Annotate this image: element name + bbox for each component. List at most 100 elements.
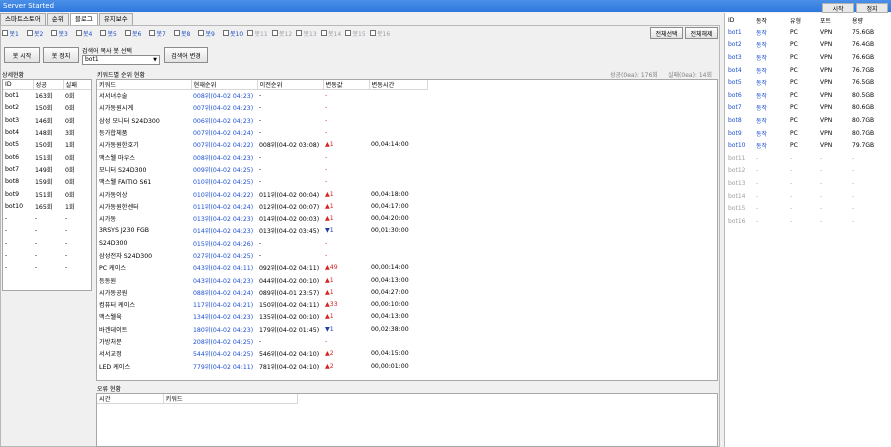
deselect-all-button[interactable]: 전체해제 — [685, 27, 718, 39]
rank-row[interactable]: 바겐데이트 180위(04-02 04:23) 179위(04-02 01:45) ▼… — [97, 323, 427, 335]
rank-row[interactable]: 시가동원한호기 007위(04-02 04:22) 008위(04-02 03:08… — [97, 139, 427, 151]
bot-checkbox-4[interactable]: 봇4 — [75, 28, 101, 38]
tab-rank[interactable]: 순위 — [46, 13, 69, 25]
server-stop-button[interactable]: 정지 — [856, 3, 888, 13]
detail-row[interactable]: bot5 150회 1회 — [3, 139, 91, 151]
rank-row[interactable]: 서서녀수술 008위(04-02 04:23) - - — [97, 90, 427, 102]
rank-row[interactable]: PC 케이스 043위(04-02 04:11) 092위(04-02 04:11)… — [97, 262, 427, 274]
checkbox-box[interactable] — [26, 30, 33, 36]
status-row[interactable]: bot9 동작 PC VPN 80.7GB — [727, 127, 887, 140]
checkbox-box[interactable] — [369, 30, 376, 36]
rank-row[interactable]: 시가동이상 010위(04-02 04:22) 011위(04-02 00:04) ▲… — [97, 188, 427, 200]
tab-smartstore[interactable]: 스마트스토어 — [0, 13, 46, 25]
checkbox-box[interactable] — [247, 30, 253, 36]
rank-row-cell: ▲1 — [325, 202, 334, 210]
checkbox-box[interactable] — [320, 30, 327, 36]
detail-row[interactable]: bot6 151회 0회 — [3, 151, 91, 163]
rank-row-cell: - — [325, 104, 328, 112]
detail-row[interactable]: bot3 146회 0회 — [3, 114, 91, 126]
bot-checkbox-8[interactable]: 봇8 — [173, 28, 199, 38]
status-row[interactable]: bot2 동작 PC VPN 76.4GB — [727, 39, 887, 52]
detail-row[interactable]: --- — [3, 225, 91, 237]
bot-checkbox-5[interactable]: 봇5 — [100, 28, 125, 38]
status-row[interactable]: bot11 - - - - — [727, 152, 887, 165]
rank-row[interactable]: 시가동공원 088위(04-02 04:24) 089위(04-01 23:57) ▲… — [97, 286, 427, 298]
checkbox-box[interactable] — [100, 30, 106, 36]
status-row[interactable]: bot16 - - - - — [727, 215, 887, 228]
rank-row[interactable]: S24D300 015위(04-02 04:26) - - — [97, 237, 427, 249]
status-row[interactable]: bot8 동작 PC VPN 80.7GB — [727, 114, 887, 127]
copy-bot-select[interactable]: bot1 ▼ — [82, 55, 160, 65]
bot-checkbox-11[interactable]: 봇11 — [247, 28, 272, 38]
tab-maintenance[interactable]: 유지보수 — [98, 13, 133, 25]
status-row[interactable]: bot14 - - - - — [727, 190, 887, 203]
detail-row[interactable]: bot10 165회 1회 — [3, 200, 91, 212]
bot-checkbox-2[interactable]: 봇2 — [26, 28, 52, 38]
status-row[interactable]: bot5 동작 PC VPN 76.5GB — [727, 76, 887, 89]
bot-start-button[interactable]: 봇 시작 — [4, 47, 40, 63]
rank-row[interactable]: 맥스웰육 134위(04-02 04:23) 135위(04-02 00:10) ▲1… — [97, 311, 427, 323]
rank-row[interactable]: 시가동 013위(04-02 04:23) 014위(04-02 00:03) ▲1 0… — [97, 212, 427, 224]
status-row[interactable]: bot1 동작 PC VPN 75.6GB — [727, 26, 887, 39]
checkbox-box[interactable] — [198, 30, 204, 36]
detail-row[interactable]: --- — [3, 262, 91, 274]
rank-row[interactable]: 3RSYS J230 FGB 014위(04-02 04:23) 013위(04-0… — [97, 225, 427, 237]
rank-row[interactable]: 서서교정 544위(04-02 04:25) 546위(04-02 04:10) ▲2… — [97, 348, 427, 360]
checkbox-box[interactable] — [124, 30, 131, 36]
status-row[interactable]: bot3 동작 PC VPN 76.6GB — [727, 51, 887, 64]
bot-stop-button[interactable]: 봇 정지 — [43, 47, 79, 63]
rank-row[interactable]: 맥스웰 마우스 008위(04-02 04:23) - - — [97, 151, 427, 163]
checkbox-box[interactable] — [222, 30, 229, 36]
status-row[interactable]: bot6 동작 PC VPN 80.5GB — [727, 89, 887, 102]
rank-row[interactable]: LED 케이스 779위(04-02 04:11) 781위(04-02 04:10… — [97, 360, 427, 372]
bot-checkbox-13[interactable]: 봇13 — [296, 28, 321, 38]
checkbox-box[interactable] — [173, 30, 180, 36]
detail-row[interactable]: bot4 148회 3회 — [3, 126, 91, 138]
bot-checkbox-10[interactable]: 봇10 — [222, 28, 248, 38]
status-row[interactable]: bot7 동작 PC VPN 80.6GB — [727, 102, 887, 115]
detail-row[interactable]: bot8 159회 0회 — [3, 176, 91, 188]
checkbox-box[interactable] — [75, 30, 82, 36]
detail-row[interactable]: bot2 150회 0회 — [3, 102, 91, 114]
detail-row[interactable]: bot9 151회 0회 — [3, 188, 91, 200]
checkbox-box[interactable] — [271, 30, 278, 36]
checkbox-box[interactable] — [296, 30, 302, 36]
bot-checkbox-9[interactable]: 봇9 — [198, 28, 223, 38]
status-row[interactable]: bot10 동작 PC VPN 79.7GB — [727, 139, 887, 152]
rank-row[interactable]: 삼성 모니터 S24D300 006위(04-02 04:23) - - — [97, 114, 427, 126]
status-row[interactable]: bot4 동작 PC VPN 76.7GB — [727, 64, 887, 77]
detail-row[interactable]: --- — [3, 237, 91, 249]
bot-checkbox-16[interactable]: 봇16 — [369, 28, 395, 38]
rank-row[interactable]: 모니터 S24D300 009위(04-02 04:25) - - — [97, 163, 427, 175]
status-row[interactable]: bot15 - - - - — [727, 202, 887, 215]
bot-checkbox-14[interactable]: 봇14 — [320, 28, 346, 38]
rank-row[interactable]: 등가합체품 007위(04-02 04:24) - - — [97, 126, 427, 138]
bot-checkbox-15[interactable]: 봇15 — [345, 28, 370, 38]
bot-checkbox-label: 봇14 — [328, 30, 342, 38]
detail-row[interactable]: --- — [3, 212, 91, 224]
rank-row[interactable]: 등동원 043위(04-02 04:23) 044위(04-02 00:10) ▲1 0… — [97, 274, 427, 286]
checkbox-box[interactable] — [51, 30, 57, 36]
bot-checkbox-7[interactable]: 봇7 — [149, 28, 174, 38]
bot-checkbox-6[interactable]: 봇6 — [124, 28, 150, 38]
bot-checkbox-3[interactable]: 봇3 — [51, 28, 76, 38]
checkbox-box[interactable] — [345, 30, 351, 36]
rank-row[interactable]: 맥스웰 FAITIO S61 010위(04-02 04:25) - - — [97, 176, 427, 188]
detail-row[interactable]: bot7 149회 0회 — [3, 163, 91, 175]
rank-row[interactable]: 컴퓨터 케이스 117위(04-02 04:21) 150위(04-02 04:11… — [97, 299, 427, 311]
status-row[interactable]: bot13 - - - - — [727, 177, 887, 190]
change-keyword-button[interactable]: 검색어 변경 — [164, 47, 208, 63]
bot-checkbox-12[interactable]: 봇12 — [271, 28, 297, 38]
checkbox-box[interactable] — [2, 30, 8, 36]
rank-row[interactable]: 시가동원시계 007위(04-02 04:23) - - — [97, 102, 427, 114]
checkbox-box[interactable] — [149, 30, 155, 36]
bot-checkbox-1[interactable]: 봇1 — [2, 28, 27, 38]
rank-row[interactable]: 시가동원한센터 011위(04-02 04:24) 012위(04-02 00:07… — [97, 200, 427, 212]
detail-row[interactable]: --- — [3, 249, 91, 261]
rank-row[interactable]: 가방처분 208위(04-02 04:25) - - — [97, 335, 427, 347]
status-row[interactable]: bot12 - - - - — [727, 165, 887, 178]
detail-row[interactable]: bot1 163회 0회 — [3, 90, 91, 102]
server-start-button[interactable]: 시작 — [822, 3, 854, 13]
select-all-button[interactable]: 전체선택 — [650, 27, 683, 39]
rank-row[interactable]: 삼성전자 S24D300 027위(04-02 04:25) - - — [97, 249, 427, 261]
